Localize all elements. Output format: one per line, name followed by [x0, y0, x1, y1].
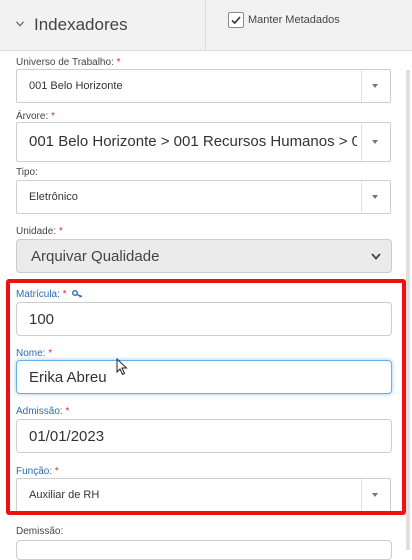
- demissao-input[interactable]: [16, 540, 392, 560]
- unidade-value: Arquivar Qualidade: [31, 248, 160, 265]
- tipo-dropdown-arrow[interactable]: [361, 181, 390, 213]
- universo-select[interactable]: 001 Belo Horizonte: [16, 69, 391, 103]
- arvore-value: 001 Belo Horizonte > 001 Recursos Humano…: [29, 133, 357, 150]
- tipo-select[interactable]: Eletrônico: [16, 180, 391, 214]
- caret-down-icon: [372, 195, 378, 199]
- indexers-toggle[interactable]: Indexadores: [0, 0, 206, 50]
- universo-dropdown-arrow[interactable]: [361, 70, 390, 102]
- chevron-down-icon: [371, 253, 381, 260]
- tipo-label: Tipo:: [16, 167, 38, 178]
- unidade-select[interactable]: Arquivar Qualidade: [16, 239, 392, 273]
- panel-header: Indexadores Manter Metadados: [0, 0, 412, 51]
- caret-down-icon: [372, 140, 378, 144]
- tipo-value: Eletrônico: [29, 191, 78, 203]
- mouse-cursor-icon: [116, 358, 128, 376]
- universo-value: 001 Belo Horizonte: [29, 80, 123, 92]
- chevron-down-icon: [16, 21, 24, 27]
- required-mark: *: [116, 57, 121, 68]
- caret-down-icon: [372, 84, 378, 88]
- arvore-label: Árvore: *: [16, 111, 55, 122]
- arvore-label-text: Árvore:: [16, 111, 49, 122]
- unidade-label-text: Unidade:: [16, 226, 57, 237]
- check-icon: [231, 16, 241, 25]
- demissao-label: Demissão:: [16, 526, 63, 537]
- keep-metadata-label: Manter Metadados: [248, 14, 340, 26]
- unidade-label: Unidade: *: [16, 226, 63, 237]
- arvore-select[interactable]: 001 Belo Horizonte > 001 Recursos Humano…: [16, 122, 391, 162]
- universo-label: Universo de Trabalho: *: [16, 57, 121, 68]
- panel-title: Indexadores: [34, 15, 128, 34]
- universo-label-text: Universo de Trabalho:: [16, 57, 114, 68]
- highlight-box: [6, 279, 406, 515]
- keep-metadata-option[interactable]: Manter Metadados: [228, 12, 340, 28]
- required-mark: *: [51, 111, 55, 122]
- keep-metadata-checkbox[interactable]: [228, 12, 244, 28]
- required-mark: *: [58, 226, 63, 237]
- scrollbar[interactable]: [406, 70, 410, 550]
- arvore-dropdown-arrow[interactable]: [361, 123, 390, 161]
- demissao-label-text: Demissão:: [16, 526, 64, 537]
- tipo-label-text: Tipo:: [16, 167, 38, 178]
